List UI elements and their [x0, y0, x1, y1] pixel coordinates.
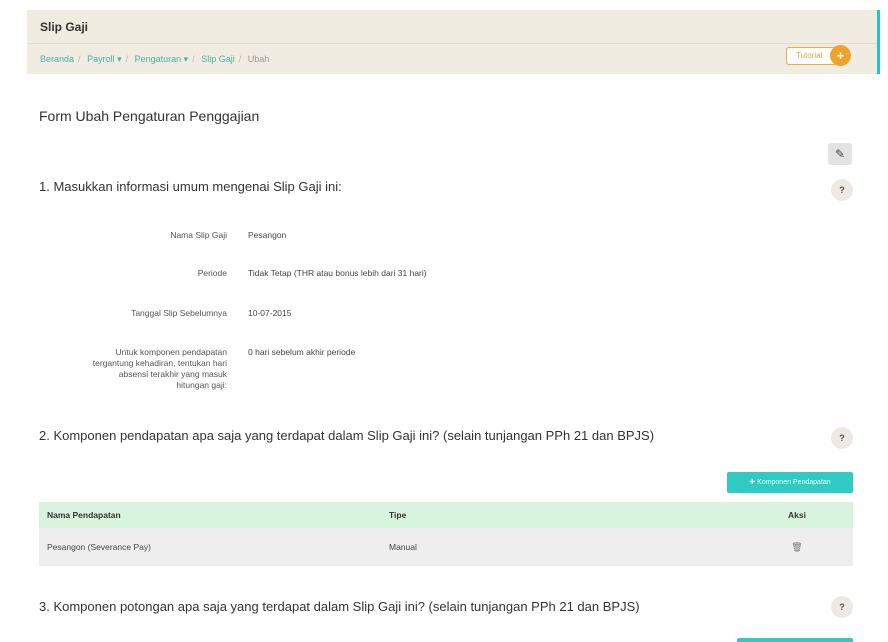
section-2-title: 2. Komponen pendapatan apa saja yang ter…: [39, 428, 655, 443]
form-title: Form Ubah Pengaturan Penggajian: [39, 108, 260, 124]
breadcrumb-separator: /: [78, 54, 81, 64]
field-label-periode: Periode: [197, 268, 227, 278]
trash-icon[interactable]: 🗑: [791, 542, 802, 552]
action-cell: 🗑: [741, 528, 853, 566]
field-value-absensi: 0 hari sebelum akhir periode: [248, 347, 356, 357]
table-row: Pesangon (Severance Pay) Manual 🗑: [39, 528, 853, 566]
field-value-nama-slip: Pesangon: [248, 230, 287, 240]
breadcrumb-pengaturan[interactable]: Pengaturan ▾: [135, 54, 189, 64]
table-header-row: Nama Pendapatan Tipe Aksi: [39, 502, 853, 528]
help-icon[interactable]: ?: [831, 427, 853, 449]
field-value-tanggal: 10-07-2015: [248, 308, 292, 318]
help-icon[interactable]: ?: [831, 179, 853, 201]
breadcrumb: Beranda / Payroll ▾ / Pengaturan ▾ / Slip G…: [40, 54, 272, 65]
field-value-periode: Tidak Tetap (THR atau bonus lebih dari 3…: [248, 268, 427, 278]
page-header: Slip Gaji Beranda / Payroll ▾ / Pengaturan…: [27, 10, 880, 74]
breadcrumb-separator: /: [238, 54, 242, 64]
edit-pencil-icon[interactable]: ✎: [828, 143, 852, 165]
page-header-title: Slip Gaji: [40, 20, 89, 34]
breadcrumb-separator: /: [192, 54, 195, 64]
header-divider: [27, 43, 877, 44]
income-name-cell: Pesangon (Severance Pay): [39, 528, 381, 566]
breadcrumb-payroll[interactable]: Payroll ▾: [87, 54, 122, 64]
add-deduction-component-button[interactable]: [737, 638, 853, 642]
income-type-cell: Manual: [381, 528, 741, 566]
column-header-name: Nama Pendapatan: [39, 502, 381, 528]
add-income-component-button[interactable]: ✚ Komponen Pendapatan: [727, 472, 853, 493]
column-header-type: Tipe: [381, 502, 741, 528]
section-3-title: 3. Komponen potongan apa saja yang terda…: [39, 599, 640, 614]
field-label-absensi: Untuk komponen pendapatan tergantung keh…: [92, 347, 227, 390]
breadcrumb-separator: /: [125, 54, 129, 64]
column-header-action: Aksi: [741, 502, 853, 528]
section-1-title: 1. Masukkan informasi umum mengenai Slip…: [39, 179, 342, 194]
field-label-nama-slip: Nama Slip Gaji: [170, 230, 227, 240]
help-icon[interactable]: ?: [831, 596, 853, 618]
field-label-tanggal: Tanggal Slip Sebelumnya: [131, 308, 227, 318]
breadcrumb-current: Ubah: [247, 54, 270, 64]
breadcrumb-slip-gaji[interactable]: Slip Gaji: [201, 54, 235, 64]
breadcrumb-beranda[interactable]: Beranda: [40, 54, 74, 64]
income-components-table: Nama Pendapatan Tipe Aksi Pesangon (Seve…: [39, 502, 853, 566]
tutorial-plus-icon[interactable]: +: [830, 45, 851, 66]
